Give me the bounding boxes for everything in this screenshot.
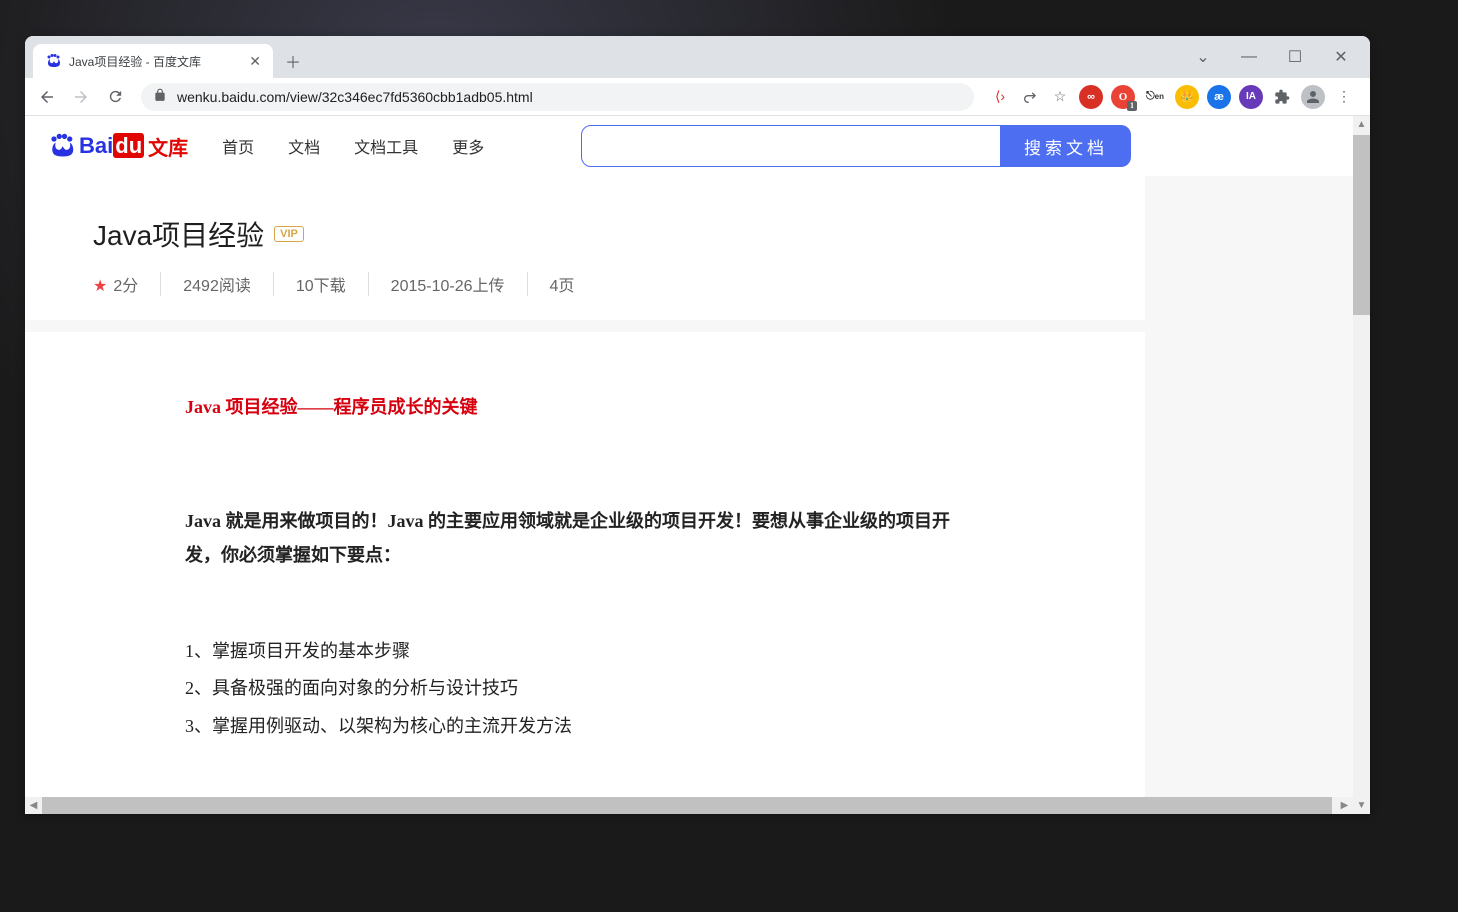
lock-icon [153,88,167,105]
logo-text: Bai [79,133,113,158]
horizontal-scrollbar[interactable]: ◀ ▶ [25,797,1353,814]
scroll-right-icon[interactable]: ▶ [1336,797,1353,814]
maximize-button[interactable]: ☐ [1272,42,1318,72]
upload-date: 2015-10-26上传 [369,272,528,296]
document-title: Java项目经验 [93,214,264,254]
star-icon: ★ [93,278,107,295]
forward-button[interactable] [67,83,95,111]
extension-icon[interactable]: ∞ [1079,85,1103,109]
share-icon[interactable] [1016,83,1044,111]
kebab-menu-icon[interactable]: ⋮ [1330,83,1358,111]
scroll-thumb[interactable] [42,797,1332,814]
search-input[interactable] [581,125,1001,167]
reload-button[interactable] [101,83,129,111]
extensions-menu-icon[interactable] [1268,83,1296,111]
extension-icon[interactable]: æ [1207,85,1231,109]
vertical-scrollbar[interactable]: ▲ ▼ [1353,116,1370,814]
active-tab[interactable]: Java项目经验 - 百度文库 ✕ [33,44,273,78]
extension-icon[interactable]: O [1111,85,1135,109]
star-icon[interactable]: ☆ [1046,83,1074,111]
minimize-button[interactable]: — [1226,42,1272,72]
new-tab-button[interactable]: ＋ [279,47,307,75]
extension-icon[interactable]: ⎋en [1143,85,1167,109]
logo-text: du [113,133,144,158]
tab-title: Java项目经验 - 百度文库 [69,53,201,70]
toolbar-icons: ⟨› ☆ ∞ O ⎋en 👑 æ IA ⋮ [986,83,1362,111]
nav-more[interactable]: 更多 [452,134,484,158]
page-content: Baidu 文库 首页 文档 文档工具 更多 搜索文档 Java项目经验 VIP [25,116,1353,814]
logo-text: 文库 [148,132,188,161]
scroll-up-icon[interactable]: ▲ [1353,116,1370,133]
nav-home[interactable]: 首页 [222,134,254,158]
site-header: Baidu 文库 首页 文档 文档工具 更多 搜索文档 [25,116,1353,176]
tab-bar: Java项目经验 - 百度文库 ✕ ＋ ⌄ — ☐ ✕ [25,36,1370,78]
list-item: 3、掌握用例驱动、以架构为核心的主流开发方法 [185,708,985,746]
close-window-button[interactable]: ✕ [1318,42,1364,72]
toolbar: wenku.baidu.com/view/32c346ec7fd5360cbb1… [25,78,1370,116]
url-text: wenku.baidu.com/view/32c346ec7fd5360cbb1… [177,89,533,105]
search-button[interactable]: 搜索文档 [1001,125,1131,167]
document-body: Java 项目经验——程序员成长的关键 Java 就是用来做项目的！Java 的… [25,332,1145,804]
back-button[interactable] [33,83,61,111]
devtools-icon[interactable]: ⟨› [986,83,1014,111]
window-controls: ⌄ — ☐ ✕ [1180,36,1370,78]
close-tab-icon[interactable]: ✕ [249,53,261,70]
document-area: Java项目经验 VIP ★ 2分 2492阅读 10下载 2015-10-26上… [25,176,1353,804]
extension-icon[interactable]: IA [1239,85,1263,109]
reads: 2492阅读 [161,272,274,296]
browser-window: Java项目经验 - 百度文库 ✕ ＋ ⌄ — ☐ ✕ wenku.baidu.… [25,36,1370,814]
scroll-down-icon[interactable]: ▼ [1353,797,1370,814]
page-viewport: Baidu 文库 首页 文档 文档工具 更多 搜索文档 Java项目经验 VIP [25,116,1370,814]
list-item: 2、具备极强的面向对象的分析与设计技巧 [185,670,985,708]
content-heading: Java 项目经验——程序员成长的关键 [185,390,985,424]
profile-avatar-icon[interactable] [1301,85,1325,109]
scroll-left-icon[interactable]: ◀ [25,797,42,814]
document-meta: ★ 2分 2492阅读 10下载 2015-10-26上传 4页 [93,272,1077,296]
vip-badge: VIP [274,226,304,242]
baidu-wenku-logo[interactable]: Baidu 文库 [47,132,188,161]
extension-icon[interactable]: 👑 [1175,85,1199,109]
document-header: Java项目经验 VIP ★ 2分 2492阅读 10下载 2015-10-26上… [25,176,1145,320]
downloads: 10下载 [274,272,369,296]
favicon-icon [45,53,61,69]
content-list: 1、掌握项目开发的基本步骤 2、具备极强的面向对象的分析与设计技巧 3、掌握用例… [185,633,985,746]
address-bar[interactable]: wenku.baidu.com/view/32c346ec7fd5360cbb1… [141,83,974,111]
content-paragraph: Java 就是用来做项目的！Java 的主要应用领域就是企业级的项目开发！要想从… [185,504,985,572]
nav-tools[interactable]: 文档工具 [354,134,418,158]
rating: 2分 [113,278,138,295]
chevron-down-icon[interactable]: ⌄ [1180,42,1226,72]
list-item: 1、掌握项目开发的基本步骤 [185,633,985,671]
search-wrap: 搜索文档 [581,125,1131,167]
pages: 4页 [528,272,597,296]
scroll-thumb[interactable] [1353,135,1370,315]
nav-docs[interactable]: 文档 [288,134,320,158]
